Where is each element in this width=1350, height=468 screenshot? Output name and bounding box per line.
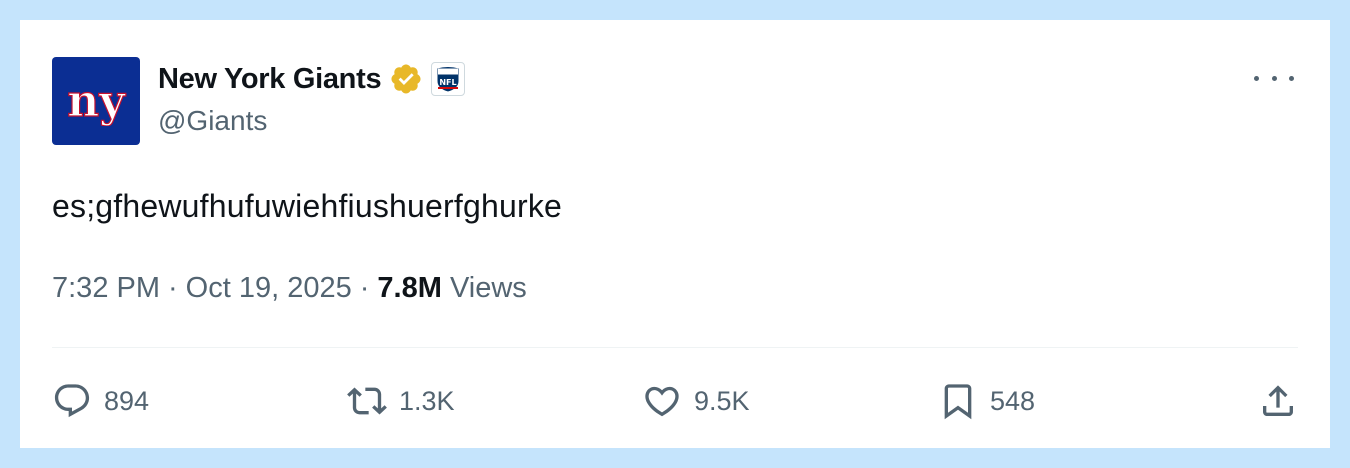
tweet-time[interactable]: 7:32 PM [52, 272, 160, 305]
avatar[interactable]: ny [52, 57, 140, 145]
more-options-button[interactable] [1254, 68, 1294, 88]
repost-button[interactable]: 1.3K [347, 376, 455, 426]
nfl-affiliation-badge[interactable]: NFL [431, 62, 466, 96]
bookmark-count: 548 [990, 385, 1036, 416]
author-row: New York Giants NFL [158, 60, 466, 98]
action-bar: 894 1.3K 9.5K 548 [52, 376, 1298, 426]
author-handle[interactable]: @Giants [158, 105, 267, 137]
reply-button[interactable]: 894 [52, 376, 149, 426]
bookmark-icon [944, 384, 972, 420]
views-label: Views [449, 272, 527, 304]
tweet-date[interactable]: Oct 19, 2025 [186, 272, 352, 305]
tweet-text: es;gfhewufhufuwiehfiushuerfghurke [52, 188, 563, 224]
avatar-text: ny [67, 76, 126, 126]
nfl-shield-text: NFL [440, 78, 457, 87]
views: 7.8M Views [377, 272, 526, 305]
more-dot-icon [1271, 75, 1277, 81]
more-dot-icon [1289, 75, 1294, 81]
heart-icon [645, 386, 679, 417]
verified-badge-icon[interactable] [389, 62, 423, 96]
author-display-name[interactable]: New York Giants [158, 63, 382, 96]
repost-count: 1.3K [399, 385, 455, 416]
views-count: 7.8M [377, 272, 442, 304]
nfl-shield-icon: NFL [436, 66, 460, 93]
reply-count: 894 [104, 385, 150, 416]
reply-icon [54, 384, 90, 418]
more-dot-icon [1254, 75, 1259, 81]
meta-separator: · [359, 272, 370, 304]
bookmark-button[interactable]: 548 [938, 376, 1035, 426]
tweet-card: ny New York Giants NFL @Giants es;gfhewu… [20, 20, 1330, 448]
share-button[interactable] [1258, 376, 1298, 426]
tweet-meta: 7:32 PM · Oct 19, 2025 · 7.8M Views [52, 272, 527, 305]
meta-separator: · [168, 272, 178, 304]
share-icon [1263, 385, 1293, 416]
divider [52, 347, 1298, 348]
like-count: 9.5K [694, 385, 750, 416]
like-button[interactable]: 9.5K [642, 376, 750, 426]
repost-icon [347, 387, 387, 415]
giants-logo-icon: ny [67, 76, 127, 126]
